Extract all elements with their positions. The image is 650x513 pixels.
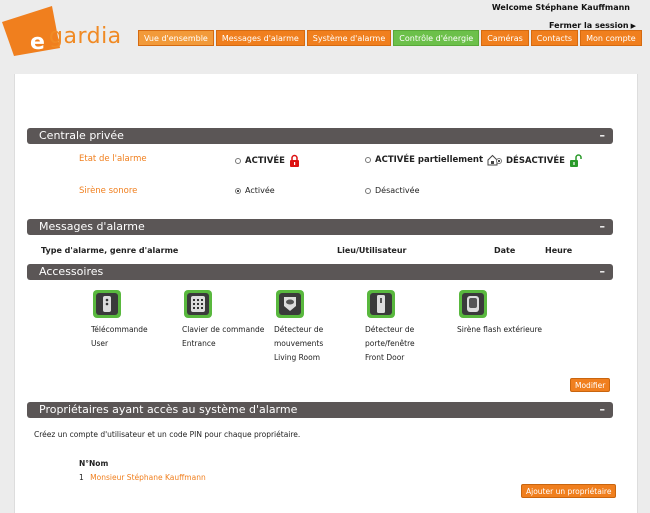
section-title: Centrale privée [39,129,124,142]
section-messages-header[interactable]: Messages d'alarme – [27,219,613,235]
tab-contacts[interactable]: Contacts [530,30,579,46]
main-nav: Vue d'ensemble Messages d'alarme Système… [138,30,642,46]
option-label: Activée [245,186,275,195]
tab-alarm-messages[interactable]: Messages d'alarme [215,30,305,46]
collapse-icon[interactable]: – [600,264,606,280]
accessory-label: Détecteur de porte/fenêtre Front Door [365,325,415,362]
accessory-motion[interactable]: Détecteur de mouvements Living Room [274,290,364,365]
padlock-closed-red-icon [289,154,299,167]
section-accessories-header[interactable]: Accessoires – [27,264,613,280]
section-title: Propriétaires ayant accès au système d'a… [39,403,298,416]
option-label: Désactivée [375,186,420,195]
alarm-state-label: Etat de l'alarme [79,154,147,164]
collapse-icon[interactable]: – [600,219,606,235]
radio-siren-on[interactable] [235,187,241,194]
collapse-icon[interactable]: – [600,402,606,418]
main-panel: Centrale privée – Etat de l'alarme ACTIV… [14,74,638,513]
tab-overview[interactable]: Vue d'ensemble [138,30,214,46]
tab-my-account[interactable]: Mon compte [580,30,642,46]
alarm-option-deactivated[interactable]: DÉSACTIVÉE [496,154,583,167]
col-header-name: Nom [89,459,109,468]
radio-deactivated[interactable] [496,157,502,164]
tab-alarm-system[interactable]: Système d'alarme [306,30,392,46]
remote-control-icon [93,290,121,318]
collapse-icon[interactable]: – [600,128,606,144]
option-label: ACTIVÉE partiellement [375,155,484,165]
section-title: Messages d'alarme [39,220,145,233]
egardia-logo[interactable]: e gardia [0,0,130,60]
radio-activated[interactable] [235,157,241,164]
accessory-label: Sirène flash extérieure [457,325,543,334]
owner-number: 1 [79,473,84,482]
accessory-remote[interactable]: Télécommande User [91,290,181,351]
tab-cameras[interactable]: Caméras [481,30,529,46]
logout-link[interactable]: Fermer la session ▶ [549,21,636,30]
logout-label: Fermer la session [549,21,629,30]
accessory-door-sensor[interactable]: Détecteur de porte/fenêtre Front Door [365,290,455,365]
add-owner-button[interactable]: Ajouter un propriétaire [521,484,617,498]
option-label: DÉSACTIVÉE [506,155,565,166]
option-label: ACTIVÉE [245,155,285,166]
col-header-type: Type d'alarme, genre d'alarme [41,246,179,255]
col-header-time: Heure [545,246,573,255]
siren-option-off[interactable]: Désactivée [365,186,420,195]
accessory-label: Télécommande User [91,325,148,348]
motion-detector-icon [276,290,304,318]
accessory-siren[interactable]: Sirène flash extérieure [457,290,567,337]
tab-energy-control[interactable]: Contrôle d'énergie [393,30,480,46]
owner-row: 1 Monsieur Stéphane Kauffmann [79,473,206,482]
siren-label: Sirène sonore [79,186,138,196]
col-header-date: Date [494,246,516,255]
section-centrale-header[interactable]: Centrale privée – [27,128,613,144]
accessory-label: Détecteur de mouvements Living Room [274,325,324,362]
logo-text: gardia [49,24,122,49]
modify-button[interactable]: Modifier [570,378,611,392]
owner-name-link[interactable]: Monsieur Stéphane Kauffmann [90,473,206,482]
alarm-option-activated[interactable]: ACTIVÉE [235,154,300,167]
triangle-right-icon: ▶ [630,22,636,30]
owners-description: Créez un compte d'utilisateur et un code… [34,430,301,439]
radio-siren-off[interactable] [365,187,371,194]
keypad-icon [184,290,212,318]
section-title: Accessoires [39,265,104,278]
door-sensor-icon [367,290,395,318]
siren-option-on[interactable]: Activée [235,186,275,195]
siren-icon [459,290,487,318]
owners-table-header: N°Nom [79,459,108,468]
alarm-option-partial[interactable]: ACTIVÉE partiellement [365,154,498,166]
radio-partial[interactable] [365,157,371,163]
section-owners-header[interactable]: Propriétaires ayant accès au système d'a… [27,402,613,418]
logo-letter: e [30,30,45,55]
welcome-text: Welcome Stéphane Kauffmann [491,3,630,12]
padlock-open-green-icon [569,154,582,167]
col-header-location: Lieu/Utilisateur [337,246,407,255]
col-header-number: N° [79,459,90,468]
accessory-label: Clavier de commande Entrance [182,325,265,348]
accessory-keypad[interactable]: Clavier de commande Entrance [182,290,272,351]
